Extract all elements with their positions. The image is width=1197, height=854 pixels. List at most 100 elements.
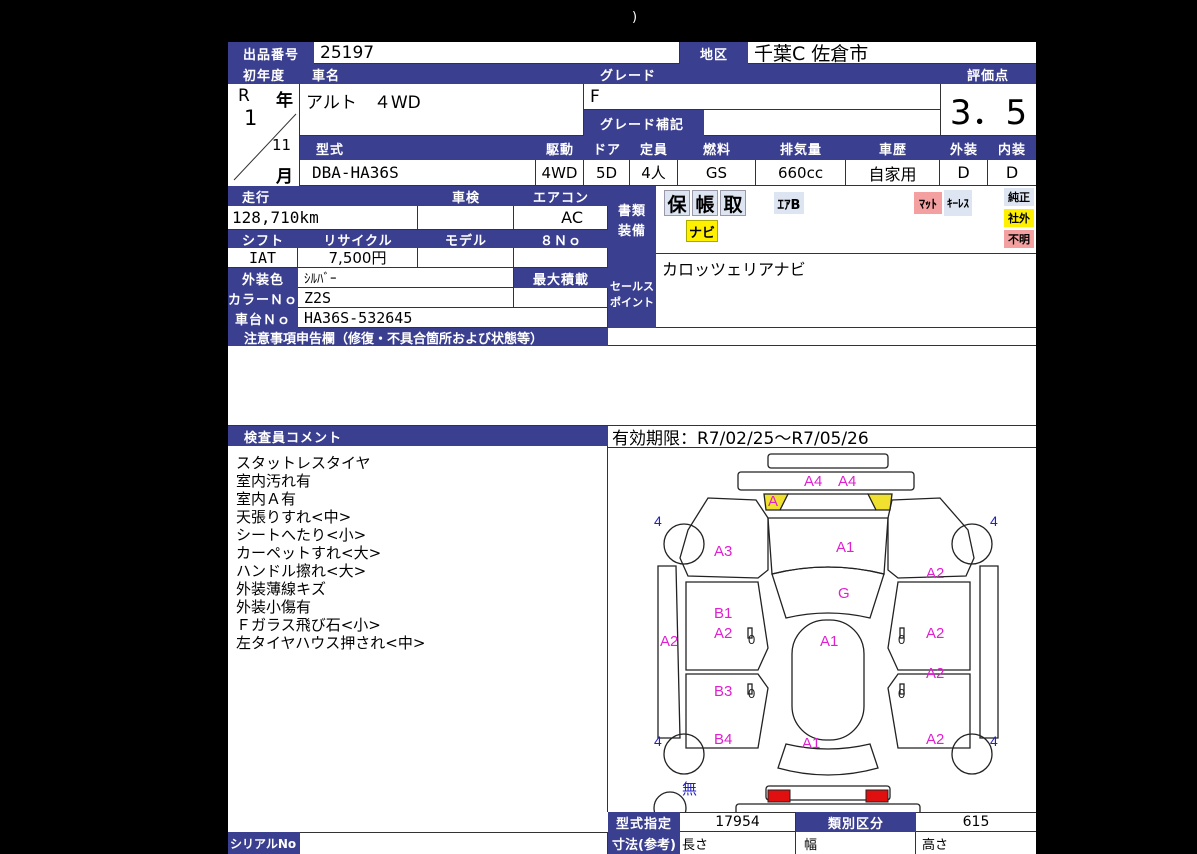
inspector-comments: スタットレスタイヤ 室内汚れ有 室内Ａ有 天張りすれ<中> シートへたり<小> … bbox=[228, 446, 608, 812]
drive-value: 4WD bbox=[536, 160, 584, 186]
color-no-value: Z2S bbox=[298, 288, 514, 308]
equip-keyless: ｷｰﾚｽ bbox=[944, 190, 972, 216]
genuine-junsei: 純正 bbox=[1004, 188, 1034, 206]
comment-line: ハンドル擦れ<大> bbox=[236, 562, 367, 580]
door-value: 5D bbox=[584, 160, 630, 186]
exterior-grade-value: D bbox=[940, 160, 988, 186]
mark-a2-left: A2 bbox=[660, 633, 678, 650]
top-mark: ) bbox=[632, 10, 638, 25]
model-code-value: DBA-HA36S bbox=[300, 160, 536, 186]
equip-ho: 保 bbox=[664, 190, 690, 216]
dim-height: 高さ bbox=[922, 837, 949, 853]
grade-supp-value bbox=[704, 110, 940, 136]
mark-a2-l1: A2 bbox=[714, 625, 732, 642]
notice-label: 注意事項申告欄（修復・不具合箇所および状態等） bbox=[228, 328, 608, 346]
interior-grade-value: D bbox=[988, 160, 1036, 186]
validity-label: 有効期限：R7/02/25〜R7/05/26 bbox=[608, 426, 1036, 448]
auction-sheet: 出品番号 25197 地区 千葉C 佐倉市 初年度 車名 グレード 評価点 R … bbox=[228, 42, 1036, 854]
mark-a2-r4: A2 bbox=[926, 731, 944, 748]
eight-no-label: ８Ｎｏ bbox=[514, 230, 608, 248]
comment-line: スタットレスタイヤ bbox=[236, 454, 371, 472]
dim-width: 幅 bbox=[796, 832, 916, 854]
serial-value bbox=[300, 832, 608, 854]
dim-length: 長さ bbox=[680, 832, 796, 854]
mileage-value: 128,710km bbox=[228, 206, 418, 230]
chassis-no-label: 車台Ｎｏ bbox=[228, 308, 298, 328]
docs-label-1: 書類 bbox=[618, 204, 647, 219]
car-name-value: アルト ４WD bbox=[300, 84, 584, 136]
equipment-box: 保 帳 取 ｴｱB ﾏｯﾄ ｷｰﾚｽ ナビ 純正 社外 不明 bbox=[656, 186, 1036, 254]
mark-a-front: A bbox=[768, 493, 778, 510]
first-reg-box: R 年 1 11 月 bbox=[228, 84, 300, 187]
zero-mark: 0 bbox=[898, 632, 905, 647]
sales-value: カロッツェリアナビ bbox=[656, 254, 1036, 328]
shift-value: IAT bbox=[228, 248, 298, 268]
inspection-value bbox=[418, 206, 514, 230]
docs-label-2: 装備 bbox=[618, 224, 647, 239]
car-name-label: 車名 bbox=[300, 64, 584, 84]
type-designation-value: 17954 bbox=[680, 812, 796, 832]
recycle-value: 7,500円 bbox=[298, 248, 418, 268]
equip-mat: ﾏｯﾄ bbox=[914, 192, 942, 214]
zero-mark: 0 bbox=[898, 686, 905, 701]
mark-b3: B3 bbox=[714, 683, 732, 700]
serial-label: シリアルNo bbox=[228, 832, 300, 854]
drive-label: 駆動 bbox=[536, 136, 584, 160]
equip-navi: ナビ bbox=[686, 220, 718, 242]
genuine-fumei: 不明 bbox=[1004, 230, 1034, 248]
equip-airbag: ｴｱB bbox=[774, 192, 804, 214]
model-code-label: 型式 bbox=[300, 136, 536, 160]
mark-a2-r2: A2 bbox=[926, 625, 944, 642]
sales-label: セールス ポイント bbox=[608, 268, 656, 328]
mark-a4-1: A4 bbox=[804, 473, 822, 490]
aircon-label: エアコン bbox=[514, 186, 608, 206]
grade-label: グレード bbox=[584, 64, 940, 84]
recycle-label: リサイクル bbox=[298, 230, 418, 248]
mark-a1-rear: A1 bbox=[802, 735, 820, 752]
mark-a2-r3: A2 bbox=[926, 665, 944, 682]
mark-a1-hood: A1 bbox=[836, 539, 854, 556]
fuel-label: 燃料 bbox=[678, 136, 756, 160]
aircon-value: AC bbox=[514, 206, 608, 230]
chassis-no-value: HA36S-532645 bbox=[298, 308, 608, 328]
inspector-label: 検査員コメント bbox=[228, 426, 608, 446]
history-value: 自家用 bbox=[846, 160, 940, 186]
lot-value: 25197 bbox=[314, 42, 680, 64]
mark-a1-roof: A1 bbox=[820, 633, 838, 650]
score-value: 3．5 bbox=[940, 84, 1036, 136]
car-diagram: A4 A4 A A3 A1 G A2 B1 A2 A2 A1 A2 A2 B3 … bbox=[653, 453, 999, 812]
exterior-grade-label: 外装 bbox=[940, 136, 988, 160]
color-no-label: カラーＮｏ bbox=[228, 288, 298, 308]
zero-mark: 0 bbox=[748, 632, 755, 647]
mark-g: G bbox=[838, 585, 850, 602]
type-designation-label: 型式指定 bbox=[608, 812, 680, 832]
interior-grade-label: 内装 bbox=[988, 136, 1036, 160]
dimensions-label: 寸法(参考) bbox=[608, 832, 680, 854]
capacity-label: 定員 bbox=[630, 136, 678, 160]
lot-label: 出品番号 bbox=[228, 42, 314, 64]
mark-b4: B4 bbox=[714, 731, 732, 748]
sales-label-2: ポイント bbox=[610, 296, 654, 309]
model-label: モデル bbox=[418, 230, 514, 248]
max-load-value bbox=[514, 288, 608, 308]
tire-rr: 4 bbox=[990, 733, 998, 749]
mark-a2-r1: A2 bbox=[926, 565, 944, 582]
category-value: 615 bbox=[916, 812, 1036, 832]
notice-area bbox=[228, 346, 1036, 426]
region-label: 地区 bbox=[680, 42, 748, 64]
tire-rl: 4 bbox=[654, 733, 662, 749]
comment-line: 室内Ａ有 bbox=[236, 490, 297, 508]
spare-none: 無 bbox=[682, 781, 697, 798]
equip-tori: 取 bbox=[720, 190, 746, 216]
comment-line: 外装小傷有 bbox=[236, 598, 312, 616]
tire-fl: 4 bbox=[654, 513, 662, 529]
ext-color-value: ｼﾙﾊﾞｰ bbox=[298, 268, 514, 288]
comment-line: カーペットすれ<大> bbox=[236, 544, 382, 562]
comment-line: 左タイヤハウス押され<中> bbox=[236, 634, 426, 652]
comment-line: シートへたり<小> bbox=[236, 526, 367, 544]
capacity-value: 4人 bbox=[630, 160, 678, 186]
fuel-value: GS bbox=[678, 160, 756, 186]
mark-a4-2: A4 bbox=[838, 473, 856, 490]
ext-color-label: 外装色 bbox=[228, 268, 298, 288]
door-label: ドア bbox=[584, 136, 630, 160]
